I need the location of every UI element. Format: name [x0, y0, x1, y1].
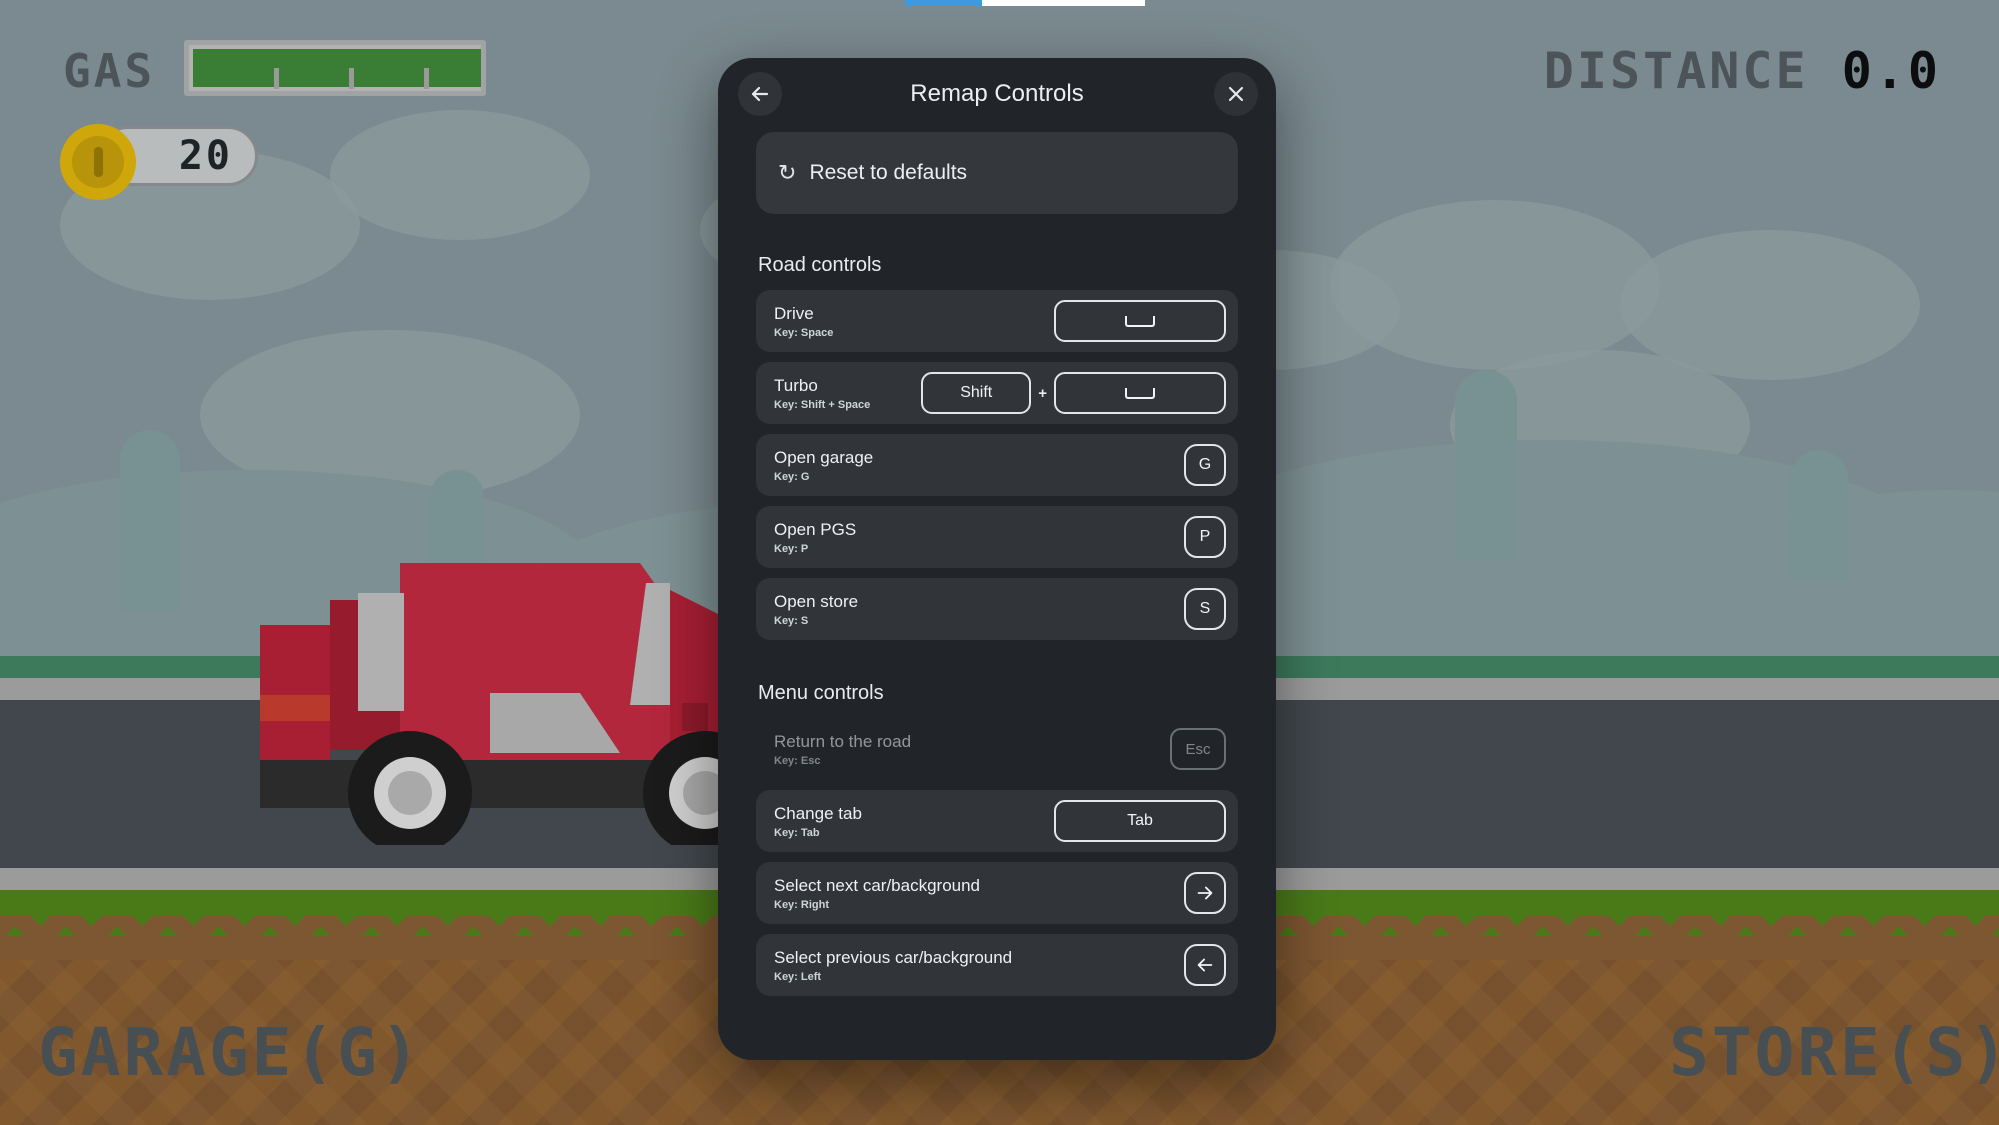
control-label: Turbo — [774, 375, 818, 395]
gas-tick — [274, 68, 279, 89]
page-loading-bar — [905, 0, 1145, 6]
control-label: Open PGS — [774, 519, 857, 539]
control-key-text: Key: Right — [774, 898, 829, 911]
control-key-text: Key: Shift + Space — [774, 398, 871, 411]
control-row[interactable]: Turbo Key: Shift + Space Shift + — [756, 362, 1238, 424]
reset-label: Reset to defaults — [809, 161, 968, 184]
control-key-text: Key: S — [774, 614, 809, 627]
control-key-text: Key: G — [774, 470, 810, 483]
keycap-arrow-right-icon[interactable] — [1184, 872, 1226, 914]
modal-title: Remap Controls — [910, 80, 1084, 107]
page-loading-bar-fill — [905, 0, 982, 6]
control-label: Open store — [774, 591, 859, 611]
control-row-text: Open garage Key: G — [774, 448, 873, 483]
keycap-G[interactable]: G — [1184, 444, 1226, 486]
control-row[interactable]: Select previous car/background Key: Left — [756, 934, 1238, 996]
control-row-text: Open PGS Key: P — [774, 520, 856, 555]
gas-label: GAS — [63, 44, 156, 98]
section-title: Road controls — [758, 254, 882, 276]
keycap-spacebar-glyph[interactable] — [1054, 300, 1226, 342]
gas-meter — [184, 40, 486, 96]
plus-separator: + — [1038, 384, 1047, 402]
keycap-group — [1184, 944, 1226, 986]
control-row-text: Open store Key: S — [774, 592, 858, 627]
control-key-text: Key: Tab — [774, 826, 820, 839]
spacebar-icon — [1125, 315, 1155, 327]
keycap-Shift[interactable]: Shift — [921, 372, 1032, 414]
control-label: Select previous car/background — [774, 947, 1013, 967]
modal-header: Remap Controls — [718, 58, 1276, 132]
gas-tick — [424, 68, 429, 89]
reset-to-defaults-button[interactable]: ↻ Reset to defaults — [756, 132, 1238, 214]
keycap-arrow-left-icon[interactable] — [1184, 944, 1226, 986]
keycap-group: Esc — [1170, 728, 1226, 770]
keycap-spacebar-glyph[interactable] — [1054, 372, 1226, 414]
keycap-S[interactable]: S — [1184, 588, 1226, 630]
keycap-group: S — [1184, 588, 1226, 630]
control-label: Open garage — [774, 447, 874, 467]
keycap-Tab[interactable]: Tab — [1054, 800, 1226, 842]
keycap-group: P — [1184, 516, 1226, 558]
distance-label: DISTANCE — [1543, 42, 1809, 100]
keycap-group — [1054, 300, 1226, 342]
modal-body: ↻ Reset to defaults Road controls Drive Ke… — [718, 132, 1276, 996]
control-label: Return to the road — [774, 731, 912, 751]
keycap-group: Tab — [1054, 800, 1226, 842]
keycap-group: Shift + — [921, 372, 1226, 414]
store-label[interactable]: STORE(S) — [1669, 1014, 1999, 1091]
keycap-group — [1184, 872, 1226, 914]
keycap-P[interactable]: P — [1184, 516, 1226, 558]
control-row-text: Select previous car/background Key: Left — [774, 948, 1012, 983]
control-row-text: Turbo Key: Shift + Space — [774, 376, 870, 411]
keycap-Esc[interactable]: Esc — [1170, 728, 1226, 770]
control-label: Change tab — [774, 803, 862, 823]
keycap-group: G — [1184, 444, 1226, 486]
control-row[interactable]: Change tab Key: Tab Tab — [756, 790, 1238, 852]
control-label: Drive — [774, 303, 814, 323]
control-key-text: Key: Esc — [774, 754, 821, 767]
distance-readout: DISTANCE 0.0 — [1544, 42, 1941, 100]
control-row[interactable]: Open garage Key: G G — [756, 434, 1238, 496]
spacebar-icon — [1125, 387, 1155, 399]
control-row[interactable]: Open PGS Key: P P — [756, 506, 1238, 568]
control-key-text: Key: Space — [774, 326, 834, 339]
section-title: Menu controls — [758, 682, 884, 704]
close-icon — [1228, 86, 1244, 102]
garage-label[interactable]: GARAGE(G) — [38, 1014, 423, 1091]
close-button[interactable] — [1214, 72, 1258, 116]
control-row[interactable]: Return to the road Key: Esc Esc — [756, 718, 1238, 780]
remap-controls-modal: Remap Controls ↻ Reset to defaults Road … — [718, 58, 1276, 1060]
control-row-text: Change tab Key: Tab — [774, 804, 862, 839]
coin-icon — [60, 124, 136, 200]
control-row[interactable]: Select next car/background Key: Right — [756, 862, 1238, 924]
control-row-text: Return to the road Key: Esc — [774, 732, 911, 767]
coin-count: 20 — [178, 133, 233, 179]
distance-value: 0.0 — [1841, 42, 1941, 100]
control-row-text: Select next car/background Key: Right — [774, 876, 980, 911]
gas-tick — [349, 68, 354, 89]
control-row[interactable]: Drive Key: Space — [756, 290, 1238, 352]
reset-icon: ↻ — [778, 160, 797, 185]
control-sections: Road controls Drive Key: Space Turbo Key: Sh… — [756, 254, 1238, 996]
arrow-left-icon — [1197, 958, 1213, 972]
control-row[interactable]: Open store Key: S S — [756, 578, 1238, 640]
control-label: Select next car/background — [774, 875, 981, 895]
control-row-text: Drive Key: Space — [774, 304, 833, 339]
cloud — [330, 110, 590, 240]
control-key-text: Key: Left — [774, 970, 822, 983]
gas-meter-fill — [193, 49, 481, 87]
arrow-right-icon — [1197, 886, 1213, 900]
control-key-text: Key: P — [774, 542, 809, 555]
